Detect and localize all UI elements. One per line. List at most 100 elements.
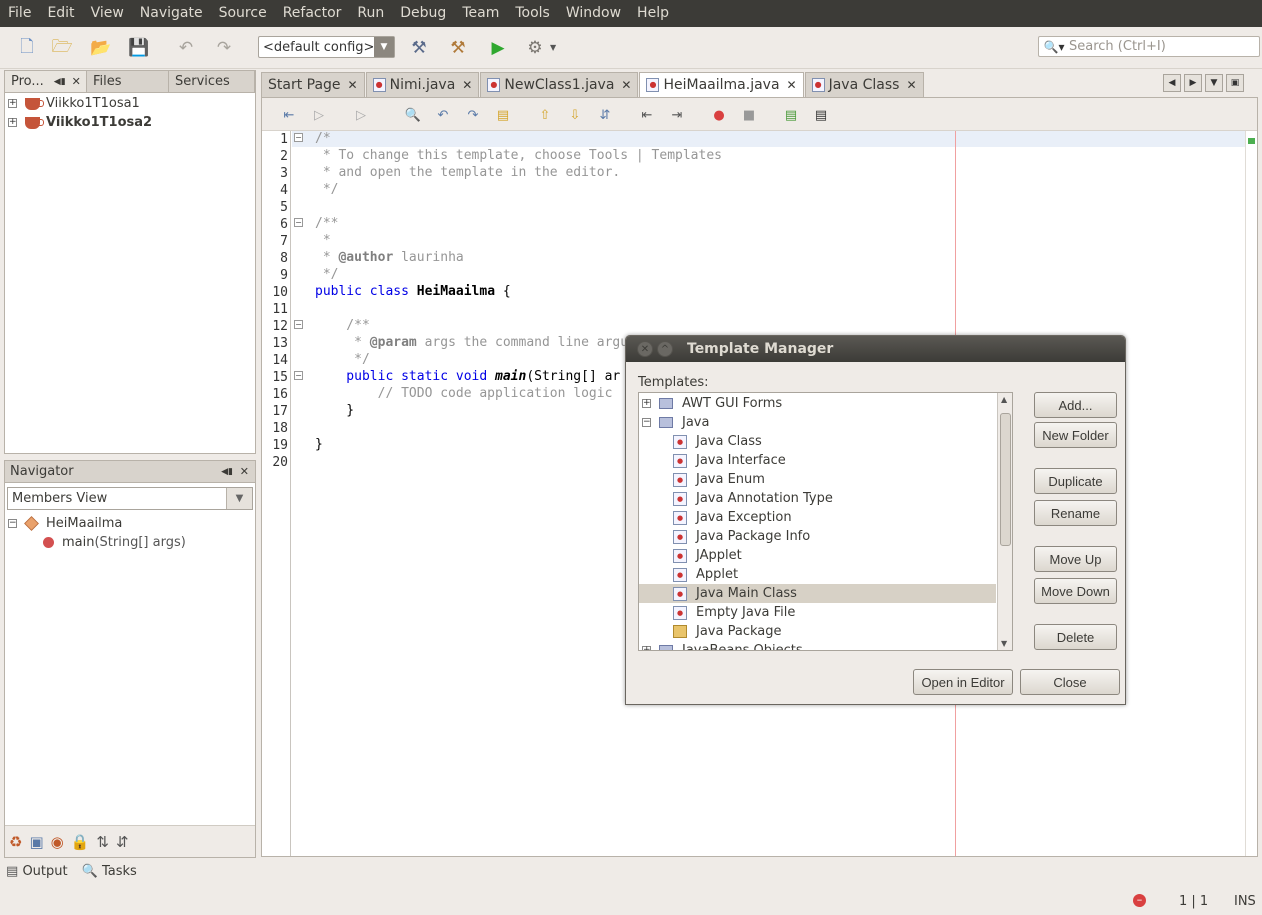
run-icon[interactable]: ▶	[485, 36, 511, 60]
tab-start-page[interactable]: Start Page ✕	[261, 72, 365, 97]
toggle-highlight-icon[interactable]: ▤	[494, 106, 512, 124]
scroll-right-icon[interactable]: ▶	[1184, 74, 1202, 92]
expand-icon[interactable]: +	[642, 646, 651, 650]
menu-run[interactable]: Run	[349, 0, 392, 27]
template-item[interactable]: ● Java Annotation Type	[639, 489, 996, 508]
close-icon[interactable]: ✕	[787, 78, 797, 92]
template-item[interactable]: − Java	[639, 413, 996, 432]
open-in-editor-button[interactable]: Open in Editor	[913, 669, 1013, 695]
prev-bookmark-icon[interactable]: ⇧	[536, 106, 554, 124]
find-previous-icon[interactable]: ↶	[434, 106, 452, 124]
scroll-thumb[interactable]	[1000, 413, 1011, 546]
debug-dropdown-icon[interactable]: ▼	[550, 43, 556, 52]
show-documents-icon[interactable]: ▼	[1205, 74, 1223, 92]
menu-window[interactable]: Window	[558, 0, 629, 27]
comment-icon[interactable]: ▤	[782, 106, 800, 124]
menu-team[interactable]: Team	[454, 0, 507, 27]
expand-icon[interactable]: +	[642, 399, 651, 408]
record-macro-icon[interactable]: ●	[710, 106, 728, 124]
collapse-icon[interactable]: −	[642, 418, 651, 427]
template-item[interactable]: Java Package	[639, 622, 996, 641]
tab-newclass1-java[interactable]: ● NewClass1.java ✕	[480, 72, 639, 97]
add-button[interactable]: Add...	[1034, 392, 1117, 418]
menu-file[interactable]: File	[0, 0, 39, 27]
fold-icon[interactable]: −	[294, 320, 303, 329]
template-item[interactable]: ● Empty Java File	[639, 603, 996, 622]
menu-tools[interactable]: Tools	[507, 0, 558, 27]
menu-source[interactable]: Source	[211, 0, 275, 27]
close-icon[interactable]: ✕	[621, 78, 631, 92]
redo-icon[interactable]: ↷	[211, 36, 237, 60]
template-item[interactable]: ● Java Package Info	[639, 527, 996, 546]
menu-edit[interactable]: Edit	[39, 0, 82, 27]
sort-source-icon[interactable]: ⇵	[116, 833, 129, 851]
filter-nonpublic-icon[interactable]: 🔒	[71, 833, 90, 851]
collapse-icon[interactable]: −	[8, 519, 17, 528]
template-item[interactable]: ● Java Class	[639, 432, 996, 451]
menu-debug[interactable]: Debug	[392, 0, 454, 27]
move-down-button[interactable]: Move Down	[1034, 578, 1117, 604]
build-icon[interactable]: ⚒	[406, 36, 432, 60]
menu-navigate[interactable]: Navigate	[132, 0, 211, 27]
history-icon[interactable]: ▷	[352, 106, 370, 124]
close-icon[interactable]: ✕	[240, 465, 249, 478]
scroll-left-icon[interactable]: ◀	[1163, 74, 1181, 92]
config-select[interactable]: <default config> ▼	[258, 36, 395, 58]
project-item[interactable]: + Viikko1T1osa2	[5, 113, 255, 132]
delete-button[interactable]: Delete	[1034, 624, 1117, 650]
find-icon[interactable]: 🔍	[404, 106, 422, 124]
shift-right-icon[interactable]: ⇥	[668, 106, 686, 124]
next-bookmark-icon[interactable]: ⇩	[566, 106, 584, 124]
error-icon[interactable]: –	[1133, 894, 1146, 907]
duplicate-button[interactable]: Duplicate	[1034, 468, 1117, 494]
forward-icon[interactable]: ▷	[310, 106, 328, 124]
close-icon[interactable]: ✕	[637, 341, 653, 357]
scroll-down-icon[interactable]: ▼	[1001, 639, 1007, 648]
project-item[interactable]: + Viikko1T1osa1	[5, 94, 255, 113]
template-item[interactable]: ● Java Main Class	[639, 584, 996, 603]
find-next-icon[interactable]: ↷	[464, 106, 482, 124]
template-item[interactable]: + JavaBeans Objects	[639, 641, 996, 650]
toggle-bookmark-icon[interactable]: ⇵	[596, 106, 614, 124]
move-up-button[interactable]: Move Up	[1034, 546, 1117, 572]
menu-refactor[interactable]: Refactor	[275, 0, 350, 27]
new-file-icon[interactable]: 🗋	[14, 36, 40, 60]
close-icon[interactable]: ✕	[906, 78, 916, 92]
template-item[interactable]: ● Applet	[639, 565, 996, 584]
undo-icon[interactable]: ↶	[173, 36, 199, 60]
minimize-icon[interactable]: ◀▮	[221, 467, 233, 477]
navigator-view-select[interactable]: Members View ▼	[7, 487, 253, 510]
navigator-class-item[interactable]: − HeiMaailma	[5, 514, 255, 533]
navigator-member-item[interactable]: main (String[] args)	[5, 533, 255, 552]
shift-left-icon[interactable]: ⇤	[638, 106, 656, 124]
close-button[interactable]: Close	[1020, 669, 1120, 695]
show-inherited-icon[interactable]: ♻	[9, 833, 22, 851]
tab-projects[interactable]: Pro... ◀▮ ✕	[5, 71, 87, 92]
new-folder-button[interactable]: New Folder	[1034, 422, 1117, 448]
debug-icon[interactable]: ⚙	[522, 36, 548, 60]
expand-icon[interactable]: +	[8, 99, 17, 108]
tasks-tab[interactable]: 🔍 Tasks	[82, 864, 137, 879]
template-item[interactable]: ● JApplet	[639, 546, 996, 565]
rename-button[interactable]: Rename	[1034, 500, 1117, 526]
tab-nimi-java[interactable]: ● Nimi.java ✕	[365, 72, 480, 97]
clean-build-icon[interactable]: ⚒	[445, 36, 471, 60]
fold-icon[interactable]: −	[294, 371, 303, 380]
template-item[interactable]: + AWT GUI Forms	[639, 394, 996, 413]
scroll-up-icon[interactable]: ▲	[1001, 395, 1007, 404]
template-item[interactable]: ● Java Enum	[639, 470, 996, 489]
open-project-icon[interactable]: 📂	[88, 36, 114, 60]
fold-icon[interactable]: −	[294, 218, 303, 227]
back-icon[interactable]: ⇤	[280, 106, 298, 124]
template-item[interactable]: ● Java Exception	[639, 508, 996, 527]
save-all-icon[interactable]: 💾	[126, 36, 152, 60]
new-project-icon[interactable]: 🗁	[49, 36, 75, 60]
minimize-icon[interactable]: ◀▮	[54, 77, 66, 87]
menu-view[interactable]: View	[83, 0, 132, 27]
tab-files[interactable]: Files	[87, 71, 169, 92]
close-icon[interactable]: ✕	[462, 78, 472, 92]
menu-help[interactable]: Help	[629, 0, 677, 27]
tab-services[interactable]: Services	[169, 71, 255, 92]
close-icon[interactable]: ✕	[348, 78, 358, 92]
editor-error-stripe[interactable]	[1245, 131, 1257, 856]
